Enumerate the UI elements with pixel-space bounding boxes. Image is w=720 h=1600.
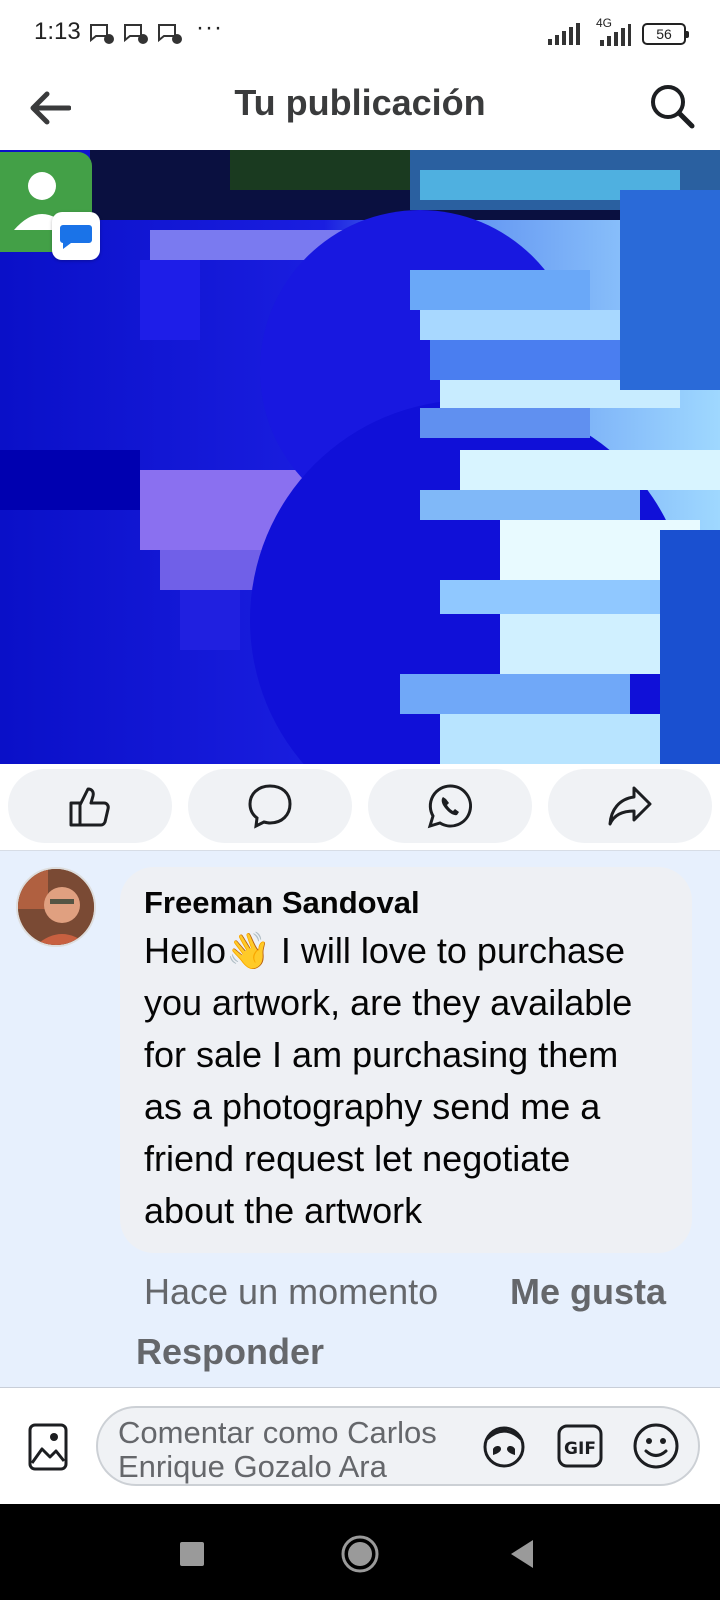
system-back-button[interactable] bbox=[500, 1532, 544, 1576]
recents-square-icon bbox=[180, 1542, 204, 1566]
gif-button[interactable]: GIF bbox=[552, 1418, 608, 1474]
photo-icon bbox=[28, 1423, 68, 1471]
comment-line: friend request let negotiate bbox=[144, 1138, 571, 1179]
signal-icon bbox=[548, 23, 580, 45]
comment-timestamp: Hace un momento bbox=[144, 1271, 439, 1312]
comment-line: for sale I am purchasing them bbox=[144, 1034, 619, 1075]
whatsapp-button[interactable] bbox=[368, 769, 532, 843]
gif-icon: GIF bbox=[557, 1424, 603, 1468]
messages-app-badge[interactable] bbox=[52, 212, 100, 260]
share-arrow-icon bbox=[608, 786, 652, 826]
comment-bubble[interactable]: Freeman Sandoval Hello👋 I will love to p… bbox=[120, 867, 692, 1253]
messages-app-icon bbox=[60, 225, 92, 249]
glitch-artwork bbox=[0, 150, 720, 764]
comment-bubble-icon bbox=[248, 784, 292, 829]
recents-button[interactable] bbox=[170, 1532, 214, 1576]
comment-author[interactable]: Freeman Sandoval bbox=[144, 883, 666, 923]
avatar-sticker-icon bbox=[483, 1426, 525, 1468]
comment-line: as a photography send me a bbox=[144, 1086, 601, 1127]
search-icon bbox=[651, 85, 695, 129]
comment-reply-link[interactable]: Responder bbox=[136, 1331, 324, 1373]
home-button[interactable] bbox=[338, 1532, 382, 1576]
comment-section: Freeman Sandoval Hello👋 I will love to p… bbox=[0, 850, 720, 1388]
emoji-icon bbox=[633, 1423, 679, 1469]
share-button[interactable] bbox=[548, 769, 712, 843]
avatar[interactable] bbox=[16, 867, 96, 947]
thumbs-up-icon bbox=[69, 787, 110, 827]
comment-button[interactable] bbox=[188, 769, 352, 843]
comment-input[interactable]: Comentar como Carlos Enrique Gozalo Ara … bbox=[96, 1406, 700, 1486]
post-image[interactable] bbox=[0, 150, 720, 764]
status-time: 1:13 bbox=[34, 18, 81, 45]
app-header: Tu publicación bbox=[0, 68, 720, 150]
comment-line: you artwork, are they available bbox=[144, 982, 633, 1023]
avatar-sticker-button[interactable] bbox=[476, 1418, 532, 1474]
comment-composer: Comentar como Carlos Enrique Gozalo Ara … bbox=[0, 1390, 720, 1504]
comment-line: about the artwork bbox=[144, 1190, 423, 1231]
author-photo bbox=[18, 869, 94, 945]
battery-icon: 56 bbox=[642, 23, 689, 45]
search-button[interactable] bbox=[644, 78, 700, 134]
message-notification-icon bbox=[124, 24, 148, 44]
message-notification-icon bbox=[158, 24, 182, 44]
overflow-dots: ··· bbox=[196, 14, 223, 41]
emoji-button[interactable] bbox=[628, 1418, 684, 1474]
status-bar: 1:13 ··· 4G 56 bbox=[0, 0, 720, 68]
signal-4g-icon: 4G bbox=[592, 16, 632, 48]
add-photo-button[interactable] bbox=[24, 1420, 72, 1474]
home-circle-icon bbox=[341, 1535, 379, 1573]
svg-text:GIF: GIF bbox=[564, 1439, 596, 1459]
back-triangle-icon bbox=[511, 1540, 533, 1568]
post-action-bar bbox=[0, 764, 720, 850]
page-title: Tu publicación bbox=[234, 82, 486, 123]
comment-text: Hello👋 I will love to purchase you artwo… bbox=[144, 925, 666, 1237]
like-button[interactable] bbox=[8, 769, 172, 843]
comment-input-placeholder: Comentar como Carlos Enrique Gozalo Ara bbox=[118, 1415, 437, 1484]
message-notification-icon bbox=[90, 24, 114, 44]
comment-like-link[interactable]: Me gusta bbox=[510, 1271, 666, 1313]
comment-line: Hello👋 I will love to purchase bbox=[144, 930, 626, 971]
notification-icons bbox=[88, 22, 184, 46]
whatsapp-icon bbox=[427, 784, 472, 829]
system-nav-bar bbox=[0, 1504, 720, 1600]
